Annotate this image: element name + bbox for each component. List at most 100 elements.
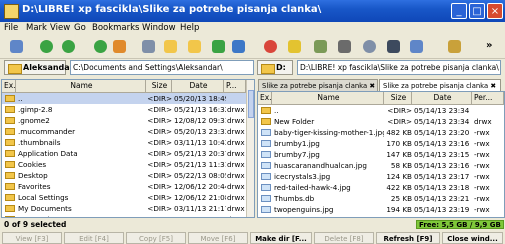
- file-icon: [261, 184, 271, 191]
- file-perm: -rwx: [474, 128, 490, 137]
- tab-slike-1[interactable]: Slike za potrebe pisanja clanka ✖: [258, 79, 378, 91]
- column-ext[interactable]: Ex...: [258, 92, 272, 104]
- file-row[interactable]: Local Settings <DIR> 12/06/12 21:08 drwx: [2, 192, 246, 203]
- right-path-field[interactable]: D:\LIBRE! xp fascikla\Slike za potrebe p…: [297, 60, 501, 75]
- toolbar: »: [0, 36, 505, 59]
- file-row[interactable]: .. <DIR> 05/14/13 23:34: [258, 105, 504, 116]
- file-row[interactable]: huascaranandhualcan.jpg 58 KB 05/14/13 23:…: [258, 160, 504, 171]
- column-name[interactable]: Name: [16, 80, 146, 92]
- file-row[interactable]: Desktop <DIR> 05/22/13 08:05 drwx: [2, 170, 246, 181]
- left-drive-button[interactable]: Aleksandar: [4, 60, 74, 75]
- terminal-icon[interactable]: [387, 40, 400, 53]
- copy-button[interactable]: Copy [F5]: [126, 232, 186, 244]
- menu-help[interactable]: Help: [180, 23, 199, 33]
- maximize-button[interactable]: □: [469, 3, 485, 19]
- file-row[interactable]: NetHood<DIR>12/06/12 21:08drwx: [2, 214, 247, 217]
- home-icon[interactable]: [113, 40, 126, 53]
- file-name: huascaranandhualcan.jpg: [274, 161, 367, 170]
- file-row[interactable]: .thumbnails <DIR> 03/11/13 10:43 drwx: [2, 137, 246, 148]
- refresh-icon[interactable]: [212, 40, 225, 53]
- file-row[interactable]: Thumbs.db 25 KB 05/14/13 23:21 -rwx: [258, 193, 504, 204]
- delete-button[interactable]: Delete [F8]: [314, 232, 374, 244]
- view-button[interactable]: View [F3]: [2, 232, 62, 244]
- right-drive-button[interactable]: D:: [257, 60, 293, 75]
- column-permissions[interactable]: Per...: [472, 92, 504, 104]
- key-icon[interactable]: [338, 40, 351, 53]
- file-row[interactable]: icecrystals3.jpg 124 KB 05/14/13 23:17 -rwx: [258, 171, 504, 182]
- back-icon[interactable]: [40, 40, 53, 53]
- free-space-badge: Free: 5,5 GB / 9,9 GB: [416, 220, 504, 229]
- file-name: brumby7.jpg: [274, 150, 320, 159]
- menu-mark[interactable]: Mark: [26, 23, 47, 33]
- file-row[interactable]: baby-tiger-kissing-mother-1.jpg 482 KB 05/…: [258, 127, 504, 138]
- star-icon[interactable]: [288, 40, 301, 53]
- column-size[interactable]: Size: [384, 92, 412, 104]
- file-perm: -rwx: [474, 183, 490, 192]
- make-dir-button[interactable]: Make dir [F...: [250, 232, 312, 244]
- file-perm: drwx: [227, 214, 247, 217]
- email-icon[interactable]: [410, 40, 423, 53]
- overflow-chevron-icon[interactable]: »: [486, 40, 492, 51]
- file-row[interactable]: Favorites <DIR> 12/06/12 20:44 drwx: [2, 181, 246, 192]
- file-row[interactable]: Cookies <DIR> 05/21/13 11:31 drwx: [2, 159, 246, 170]
- file-row[interactable]: brumby1.jpg 170 KB 05/14/13 23:16 -rwx: [258, 138, 504, 149]
- file-row[interactable]: red-tailed-hawk-4.jpg 422 KB 05/14/13 23:1…: [258, 182, 504, 193]
- move-button[interactable]: Move [F6]: [188, 232, 248, 244]
- swap-icon[interactable]: [232, 40, 245, 53]
- folder-icon: [261, 118, 271, 125]
- connect-icon[interactable]: [363, 40, 376, 53]
- folder-icon: [5, 128, 15, 135]
- mark-icon[interactable]: [164, 40, 177, 53]
- file-size: <DIR>: [147, 182, 172, 191]
- bookmark-icon[interactable]: [264, 40, 277, 53]
- left-scrollbar[interactable]: [246, 80, 254, 217]
- column-ext[interactable]: Ex...: [2, 80, 16, 92]
- file-row[interactable]: .. <DIR> 05/20/13 18:49: [2, 93, 246, 104]
- file-date: 12/06/12 21:08: [174, 214, 226, 217]
- minimize-button[interactable]: _: [451, 3, 467, 19]
- go-up-icon[interactable]: [94, 40, 107, 53]
- unmark-icon[interactable]: [188, 40, 201, 53]
- file-row[interactable]: .mucommander <DIR> 05/20/13 23:33 drwx: [2, 126, 246, 137]
- menu-file[interactable]: File: [4, 23, 18, 33]
- file-row[interactable]: .gimp-2.8 <DIR> 05/21/13 16:32 drwx: [2, 104, 246, 115]
- column-date[interactable]: Date: [412, 92, 472, 104]
- right-location-bar: D: D:\LIBRE! xp fascikla\Slike za potreb…: [257, 60, 502, 76]
- file-row[interactable]: New Folder <DIR> 05/14/13 23:34 drwx: [258, 116, 504, 127]
- file-row[interactable]: twopenguins.jpg 194 KB 05/14/13 23:19 -rwx: [258, 204, 504, 215]
- folder-icon: [261, 64, 275, 74]
- file-row[interactable]: My Documents <DIR> 03/11/13 21:17 drwx: [2, 203, 246, 214]
- column-date[interactable]: Date: [172, 80, 224, 92]
- menu-go[interactable]: Go: [74, 23, 86, 33]
- tab-slike-2[interactable]: Slike za potrebe pisanja clanka ✖: [379, 79, 501, 91]
- preferences-icon[interactable]: [448, 40, 461, 53]
- right-tab-strip: Slike za potrebe pisanja clanka ✖ Slike …: [258, 79, 502, 91]
- file-row[interactable]: brumby7.jpg 147 KB 05/14/13 23:15 -rwx: [258, 149, 504, 160]
- folder-icon: [5, 95, 15, 102]
- folder-icon: [5, 139, 15, 146]
- stop-icon[interactable]: [142, 40, 155, 53]
- menu-view[interactable]: View: [50, 23, 70, 33]
- menu-window[interactable]: Window: [142, 23, 176, 33]
- column-name[interactable]: Name: [272, 92, 384, 104]
- forward-icon[interactable]: [62, 40, 75, 53]
- close-window-button[interactable]: Close wind...: [442, 232, 503, 244]
- file-row[interactable]: Application Data <DIR> 05/21/13 20:37 drwx: [2, 148, 246, 159]
- file-size: 124 KB: [386, 172, 412, 181]
- file-size: <DIR>: [387, 106, 412, 115]
- column-size[interactable]: Size: [146, 80, 172, 92]
- menu-bookmarks[interactable]: Bookmarks: [92, 23, 140, 33]
- compare-icon[interactable]: [314, 40, 327, 53]
- new-window-icon[interactable]: [10, 40, 23, 53]
- folder-icon: [5, 205, 15, 212]
- refresh-button[interactable]: Refresh [F9]: [376, 232, 440, 244]
- edit-button[interactable]: Edit [F4]: [64, 232, 124, 244]
- right-file-panel: Ex... Name Size Date Per... ..<DIR>05/14…: [257, 91, 505, 218]
- close-button[interactable]: ×: [487, 3, 503, 19]
- file-row[interactable]: .gnome2 <DIR> 12/08/12 09:31 drwx: [2, 115, 246, 126]
- file-name: Favorites: [18, 182, 51, 191]
- file-size: <DIR>: [387, 117, 412, 126]
- left-scroll-thumb[interactable]: [248, 90, 254, 118]
- left-path-field[interactable]: C:\Documents and Settings\Aleksandar\: [70, 60, 254, 75]
- column-permissions[interactable]: P...: [224, 80, 246, 92]
